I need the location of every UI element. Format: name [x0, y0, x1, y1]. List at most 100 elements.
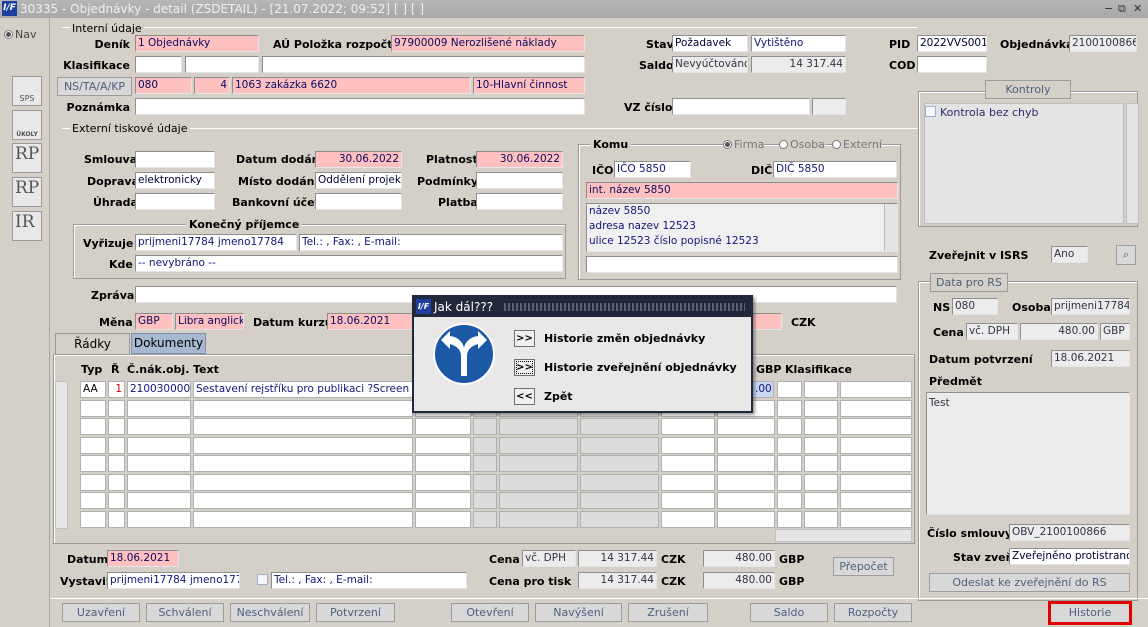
historie-zmen-button[interactable]: >> [514, 330, 535, 347]
rozpocty-button[interactable]: Rozpočty [834, 603, 912, 622]
rp-icon[interactable]: RP [12, 143, 42, 173]
table-cell[interactable] [415, 437, 471, 454]
table-cell[interactable] [193, 455, 413, 472]
table-cell[interactable] [580, 437, 659, 454]
historie-button[interactable]: Historie [1048, 601, 1132, 625]
otevreni-button[interactable]: Otevření [451, 603, 529, 622]
table-cell[interactable] [473, 418, 497, 435]
kontroly-button[interactable]: Kontroly [985, 80, 1071, 99]
nav-radio[interactable]: Nav [4, 28, 36, 41]
denik-field[interactable]: 1 Objednávky [135, 35, 259, 52]
table-cell[interactable] [127, 437, 191, 454]
table-cell[interactable] [804, 455, 838, 472]
table-cell[interactable] [717, 455, 775, 472]
podminky-field[interactable] [476, 172, 563, 189]
table-cell[interactable] [499, 511, 578, 528]
vyrizuje-field[interactable]: prijmeni17784 jmeno17784 [135, 234, 297, 251]
table-cell[interactable] [777, 511, 802, 528]
uzavreni-button[interactable]: Uzavření [62, 603, 140, 622]
table-cell[interactable] [108, 400, 125, 417]
datum-potvrzeni-field[interactable]: 18.06.2021 [1051, 350, 1130, 367]
kurz-field[interactable] [752, 313, 782, 330]
table-cell[interactable] [777, 474, 802, 491]
datum-dodani-field[interactable]: 30.06.2022 [315, 151, 402, 168]
saldo-amount-field[interactable]: 14 317.44 [751, 56, 846, 73]
row1-text[interactable]: Sestavení rejstříku pro publikaci ?Scree… [193, 381, 413, 398]
tab-dokumenty[interactable]: Dokumenty [131, 333, 206, 354]
table-cell[interactable] [840, 474, 912, 491]
row1-r[interactable]: 1 [108, 381, 125, 398]
table-cell[interactable] [80, 492, 106, 509]
stav-field[interactable]: Požadavek [672, 35, 748, 52]
table-cell[interactable] [804, 437, 838, 454]
table-cell[interactable] [473, 474, 497, 491]
kontroly-list[interactable] [924, 103, 1124, 224]
platnost-field[interactable]: 30.06.2022 [476, 151, 563, 168]
address-field[interactable]: název 5850 adresa nazev 12523 ulice 1252… [586, 203, 898, 252]
table-cell[interactable] [80, 455, 106, 472]
klasifikace-field-3[interactable] [262, 56, 585, 73]
table-cell[interactable] [840, 418, 912, 435]
firma-radio[interactable]: Firma [723, 138, 765, 151]
table-cell[interactable] [80, 418, 106, 435]
pid-field[interactable]: 2022VVS001 [917, 35, 987, 52]
table-cell[interactable] [80, 474, 106, 491]
ukoly-icon[interactable]: ÚKOLY [12, 110, 42, 140]
au-field[interactable]: 97900009 Nerozlišené náklady [391, 35, 585, 52]
mena-name-field[interactable]: Libra anglická [175, 313, 244, 330]
table-cell[interactable] [580, 474, 659, 491]
table-cell[interactable] [777, 437, 802, 454]
table-cell[interactable] [717, 492, 775, 509]
search-icon[interactable]: ⌕ [1116, 245, 1136, 265]
table-cell[interactable] [777, 455, 802, 472]
rs-cena-type-field[interactable]: vč. DPH [966, 323, 1018, 340]
table-cell[interactable] [193, 492, 413, 509]
vyrizuje-kontakt-field[interactable]: Tel.: , Fax: , E-mail: [299, 234, 563, 251]
table-cell[interactable] [661, 437, 715, 454]
objednavka-field[interactable]: 2100100866 [1069, 35, 1137, 52]
table-cell[interactable] [473, 455, 497, 472]
mena-field[interactable]: GBP [135, 313, 173, 330]
table-cell[interactable] [840, 437, 912, 454]
table-cell[interactable] [499, 492, 578, 509]
restore-icon[interactable]: ⧉ [1118, 0, 1126, 18]
rs-cena-currency-field[interactable]: GBP [1100, 323, 1130, 340]
table-cell[interactable] [127, 400, 191, 417]
misto-dodani-field[interactable]: Oddělení projektu [315, 172, 402, 189]
potvrzeni-button[interactable]: Potvrzení [316, 603, 395, 622]
close-icon[interactable]: ✕ [1133, 0, 1142, 18]
navyseni-button[interactable]: Navýšení [535, 603, 622, 622]
prepocet-button[interactable]: Přepočet [833, 557, 894, 576]
table-cell[interactable] [127, 474, 191, 491]
table-cell[interactable] [108, 437, 125, 454]
table-cell[interactable] [717, 511, 775, 528]
cod-field[interactable] [917, 56, 987, 73]
table-cell[interactable] [108, 455, 125, 472]
rs-cena-field[interactable]: 480.00 [1020, 323, 1098, 340]
table-cell[interactable] [415, 455, 471, 472]
table-vertical-scrollbar[interactable] [55, 381, 68, 529]
table-cell[interactable] [193, 400, 413, 417]
table-cell[interactable] [80, 511, 106, 528]
doprava-field[interactable]: elektronicky [135, 172, 215, 189]
odeslat-do-rs-button[interactable]: Odeslat ke zveřejnění do RS [929, 573, 1130, 592]
row1-typ[interactable]: AA [80, 381, 106, 398]
table-cell[interactable] [840, 492, 912, 509]
cena-gbp-field[interactable]: 480.00 [703, 550, 775, 567]
saldo-status-field[interactable]: Nevyúčtováno [672, 56, 748, 73]
ico-field[interactable]: IČO 5850 [614, 161, 691, 178]
cena-czk-field[interactable]: 14 317.44 [578, 550, 657, 567]
osoba-radio[interactable]: Osoba [779, 138, 825, 151]
table-cell[interactable] [717, 437, 775, 454]
table-cell[interactable] [661, 492, 715, 509]
table-cell[interactable] [193, 511, 413, 528]
vystavil-checkbox[interactable] [257, 574, 268, 585]
address-scrollbar[interactable] [884, 204, 897, 251]
table-cell[interactable] [777, 492, 802, 509]
historie-zverejneni-button[interactable]: >> [514, 359, 535, 376]
cena-tisk-gbp-field[interactable]: 480.00 [703, 572, 775, 589]
table-cell[interactable] [193, 474, 413, 491]
table-cell[interactable] [108, 474, 125, 491]
neschvaleni-button[interactable]: Neschválení [230, 603, 310, 622]
table-cell[interactable] [580, 511, 659, 528]
